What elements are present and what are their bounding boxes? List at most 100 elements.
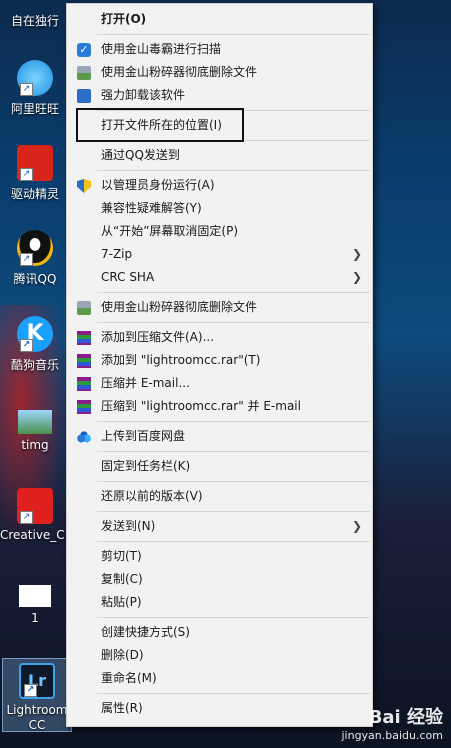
menu-item-label: 属性(R) <box>101 701 143 715</box>
menu-item-send-qq[interactable]: 通过QQ发送到 <box>67 144 372 167</box>
menu-item-label: 创建快捷方式(S) <box>101 625 190 639</box>
menu-item-label: 以管理员身份运行(A) <box>101 178 215 192</box>
menu-item-label: 粘贴(P) <box>101 595 142 609</box>
shredder-icon <box>77 301 91 315</box>
shortcut-arrow-icon: ↗ <box>20 83 33 96</box>
menu-item-label: 强力卸载该软件 <box>101 88 186 102</box>
menu-separator <box>97 34 370 35</box>
menu-item-pin-taskbar[interactable]: 固定到任务栏(K) <box>67 455 372 478</box>
menu-item-create-shortcut[interactable]: 创建快捷方式(S) <box>67 621 372 644</box>
menu-item-label: 还原以前的版本(V) <box>101 489 203 503</box>
desktop-icon-timg[interactable]: timg <box>0 410 70 452</box>
watermark: Bai 经验 jingyan.baidu.com <box>341 703 443 742</box>
menu-item-shredder[interactable]: 使用金山粉碎器彻底删除文件 <box>67 61 372 84</box>
desktop-icon-label: Lightroom CC <box>6 703 68 732</box>
menu-item-open[interactable]: 打开(O) <box>67 8 372 31</box>
menu-item-label: 7-Zip <box>101 247 133 261</box>
menu-item-label: 使用金山粉碎器彻底删除文件 <box>101 65 258 79</box>
desktop-icon-label: 驱动精灵 <box>10 187 59 201</box>
chevron-right-icon: ❯ <box>351 247 362 261</box>
menu-separator <box>97 170 370 171</box>
menu-item-label: 重命名(M) <box>101 671 157 685</box>
desktop-icon-zizai[interactable]: 自在独行 <box>0 0 70 29</box>
shortcut-arrow-icon: ↗ <box>20 511 33 524</box>
menu-separator <box>97 481 370 482</box>
winrar-icon <box>77 377 91 391</box>
menu-separator <box>97 421 370 422</box>
menu-item-send-to[interactable]: 发送到(N) ❯ <box>67 515 372 538</box>
shortcut-arrow-icon: ↗ <box>20 339 33 352</box>
menu-item-paste[interactable]: 粘贴(P) <box>67 591 372 614</box>
menu-separator <box>97 541 370 542</box>
duba-shield-icon: ✓ <box>77 43 91 57</box>
menu-item-label: 打开(O) <box>101 12 147 26</box>
menu-separator <box>97 292 370 293</box>
menu-item-baidu-upload[interactable]: 上传到百度网盘 <box>67 425 372 448</box>
menu-item-label: 使用金山毒霸进行扫描 <box>101 42 222 56</box>
menu-item-label: 使用金山粉碎器彻底删除文件 <box>101 300 258 314</box>
chevron-right-icon: ❯ <box>351 519 362 533</box>
desktop-icon-qq[interactable]: ↗ 腾讯QQ <box>0 230 70 287</box>
menu-separator <box>97 617 370 618</box>
uac-shield-icon <box>77 179 91 193</box>
menu-item-run-as-admin[interactable]: 以管理员身份运行(A) <box>67 174 372 197</box>
desktop-icon-aliwangwang[interactable]: ↗ 阿里旺旺 <box>0 60 70 117</box>
menu-item-uninstall[interactable]: 强力卸载该软件 <box>67 84 372 107</box>
menu-item-rename[interactable]: 重命名(M) <box>67 667 372 690</box>
menu-item-add-rar[interactable]: 添加到 "lightroomcc.rar"(T) <box>67 349 372 372</box>
desktop-icon-kugou[interactable]: K ↗ 酷狗音乐 <box>0 316 70 373</box>
menu-item-copy[interactable]: 复制(C) <box>67 568 372 591</box>
menu-item-label: 添加到压缩文件(A)... <box>101 330 215 344</box>
desktop-icon-label: 阿里旺旺 <box>10 102 59 116</box>
menu-item-compat[interactable]: 兼容性疑难解答(Y) <box>67 197 372 220</box>
winrar-icon <box>77 354 91 368</box>
menu-item-7zip[interactable]: 7-Zip ❯ <box>67 243 372 266</box>
desktop-icon-qudong[interactable]: ↗ 驱动精灵 <box>0 145 70 202</box>
aliwangwang-icon: ↗ <box>17 60 53 96</box>
menu-item-compress-email[interactable]: 压缩并 E-mail... <box>67 372 372 395</box>
menu-item-compress-rar-email[interactable]: 压缩到 "lightroomcc.rar" 并 E-mail <box>67 395 372 418</box>
menu-item-properties[interactable]: 属性(R) <box>67 697 372 720</box>
shortcut-arrow-icon: ↗ <box>24 684 37 697</box>
menu-item-label: 压缩到 "lightroomcc.rar" 并 E-mail <box>101 399 301 413</box>
creative-cloud-icon: ↗ <box>17 488 53 524</box>
desktop-icon-lightroom[interactable]: Lr ↗ Lightroom CC <box>2 658 72 732</box>
menu-item-label: 固定到任务栏(K) <box>101 459 191 473</box>
desktop-icon-label: timg <box>21 438 49 452</box>
menu-item-label: 剪切(T) <box>101 549 142 563</box>
menu-item-duba-scan[interactable]: ✓ 使用金山毒霸进行扫描 <box>67 38 372 61</box>
desktop-icon-label: 酷狗音乐 <box>10 358 59 372</box>
menu-item-label: 兼容性疑难解答(Y) <box>101 201 202 215</box>
menu-item-unpin-start[interactable]: 从“开始”屏幕取消固定(P) <box>67 220 372 243</box>
lightroom-icon: Lr ↗ <box>19 663 55 699</box>
menu-item-label: 删除(D) <box>101 648 144 662</box>
menu-item-label: 复制(C) <box>101 572 143 586</box>
driver-genius-icon: ↗ <box>17 145 53 181</box>
menu-item-add-archive[interactable]: 添加到压缩文件(A)... <box>67 326 372 349</box>
chevron-right-icon: ❯ <box>351 270 362 284</box>
uninstall-trash-icon <box>77 89 91 103</box>
shredder-icon <box>77 66 91 80</box>
menu-item-crc-sha[interactable]: CRC SHA ❯ <box>67 266 372 289</box>
kugou-icon: K ↗ <box>17 316 53 352</box>
annotation-highlight-box <box>76 108 244 142</box>
menu-separator <box>97 693 370 694</box>
desktop-icon-1[interactable]: 1 <box>0 585 70 625</box>
menu-item-label: 发送到(N) <box>101 519 156 533</box>
desktop-icon-label: 腾讯QQ <box>13 272 57 286</box>
menu-item-label: 添加到 "lightroomcc.rar"(T) <box>101 353 261 367</box>
menu-item-shredder-2[interactable]: 使用金山粉碎器彻底删除文件 <box>67 296 372 319</box>
menu-separator <box>97 451 370 452</box>
winrar-icon <box>77 400 91 414</box>
watermark-brand: Bai 经验 <box>368 707 443 728</box>
qq-penguin-icon: ↗ <box>17 230 53 266</box>
image-thumbnail-icon <box>18 410 52 434</box>
desktop-icon-creative[interactable]: ↗ Creative_C... <box>0 488 77 542</box>
watermark-url: jingyan.baidu.com <box>341 729 443 742</box>
menu-item-cut[interactable]: 剪切(T) <box>67 545 372 568</box>
menu-separator <box>97 322 370 323</box>
desktop-icon-label: Creative_C... <box>0 528 77 542</box>
menu-item-restore-versions[interactable]: 还原以前的版本(V) <box>67 485 372 508</box>
baidu-cloud-icon <box>77 430 91 444</box>
menu-item-delete[interactable]: 删除(D) <box>67 644 372 667</box>
